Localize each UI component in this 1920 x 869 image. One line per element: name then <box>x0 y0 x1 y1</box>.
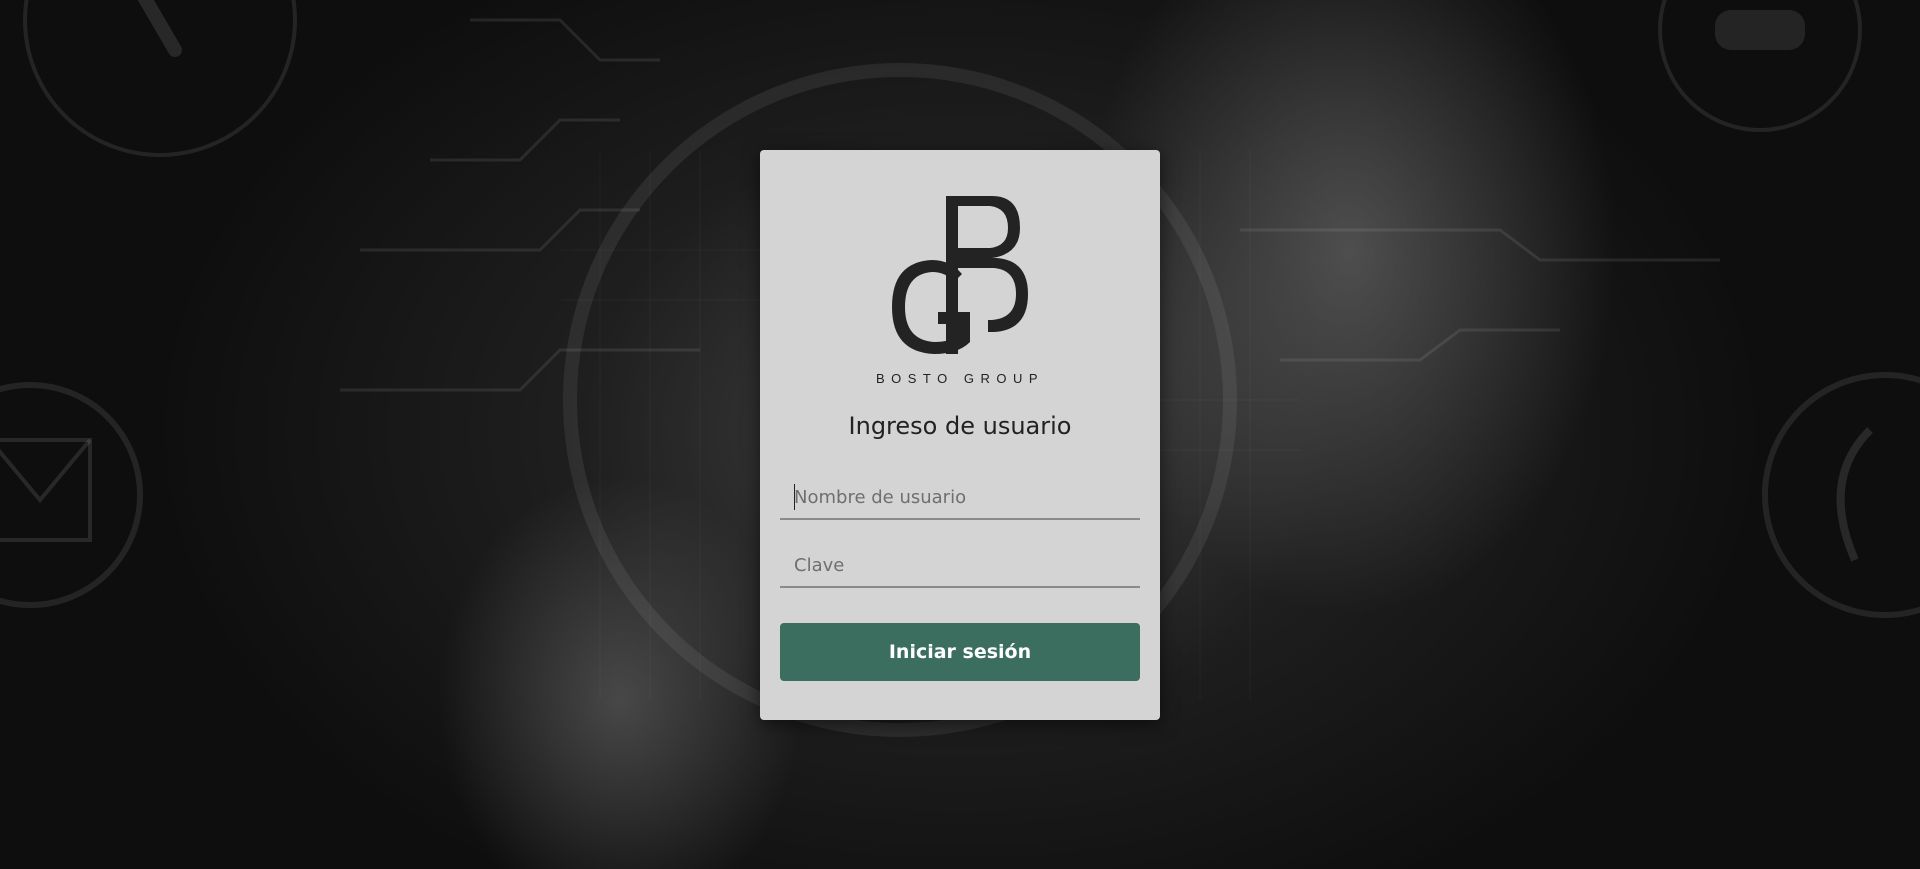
password-input[interactable] <box>780 544 1140 588</box>
text-cursor <box>794 484 795 510</box>
mail-icon <box>0 382 143 608</box>
login-title: Ingreso de usuario <box>848 412 1072 440</box>
phone-icon <box>23 0 297 157</box>
username-input[interactable] <box>780 476 1140 520</box>
brand-name: BOSTO GROUP <box>875 371 1045 386</box>
login-button[interactable]: Iniciar sesión <box>780 623 1140 681</box>
login-card: BOSTO GROUP Ingreso de usuario Iniciar s… <box>760 150 1160 720</box>
bosto-group-logo <box>760 194 1160 394</box>
user-icon <box>1658 0 1862 132</box>
headset-icon <box>1762 372 1920 618</box>
